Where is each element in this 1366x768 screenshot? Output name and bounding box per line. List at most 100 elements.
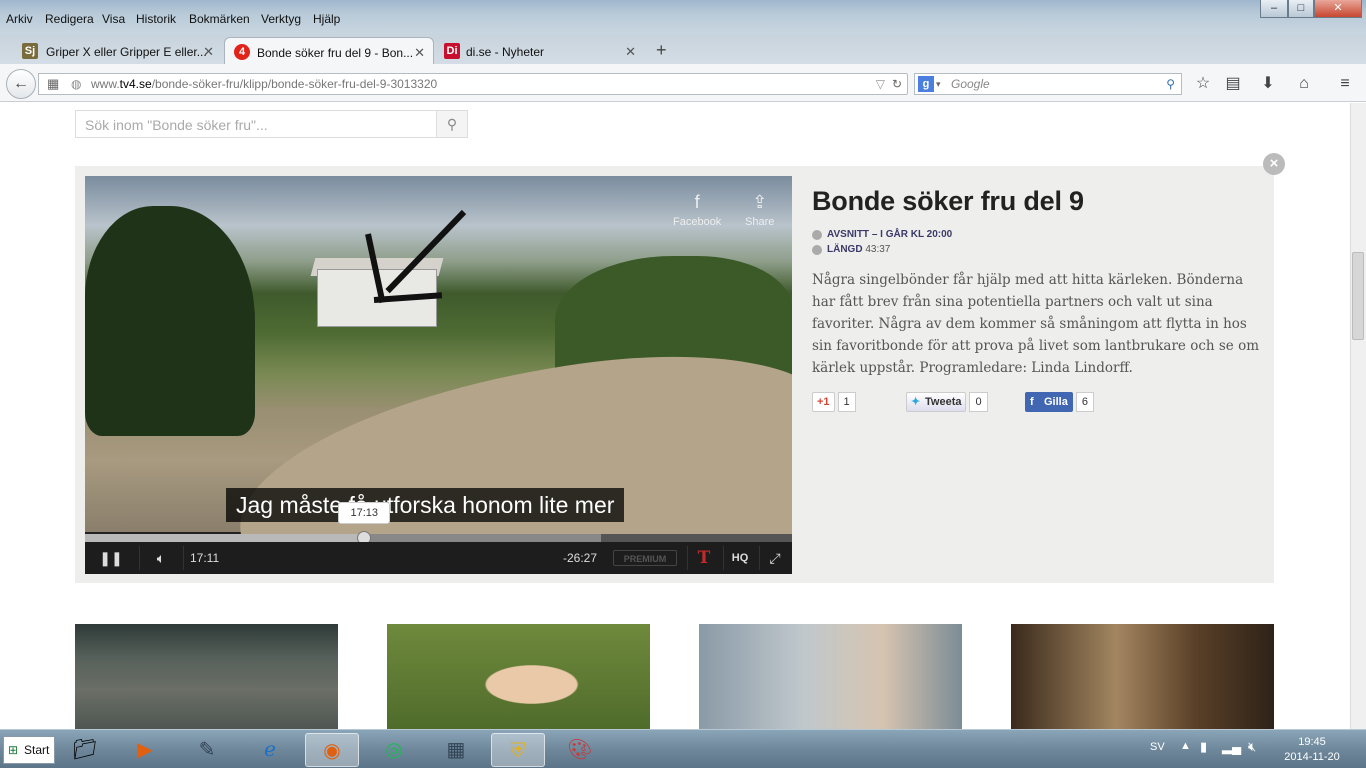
gplus-button[interactable]: +1 xyxy=(812,392,835,412)
share-icon: ⇪ xyxy=(752,192,768,212)
paint-taskbar-icon[interactable]: 🎨︎ xyxy=(553,733,607,767)
bookmark-star-icon[interactable]: ☆ xyxy=(1193,74,1213,94)
menu-historik[interactable]: Historik xyxy=(136,12,176,26)
facebook-like-count: 6 xyxy=(1075,392,1094,412)
close-tab-icon[interactable]: ✕ xyxy=(625,44,636,60)
language-indicator[interactable]: SV xyxy=(1150,741,1165,753)
page-scrollbar[interactable] xyxy=(1350,103,1366,729)
clock-date: 2014-11-20 xyxy=(1284,751,1340,763)
site-search-input[interactable]: Sök inom "Bonde söker fru"... xyxy=(75,110,437,138)
new-tab-button[interactable]: + xyxy=(648,37,678,64)
explorer-taskbar-icon[interactable]: 📁︎ xyxy=(58,733,112,767)
volume-button[interactable]: 🔈︎ xyxy=(145,542,177,574)
tweet-button[interactable]: ✦ Tweeta xyxy=(906,392,967,412)
tab-griper[interactable]: Sj Griper X eller Gripper E eller... ✕ xyxy=(14,37,222,64)
show-hidden-icons-icon[interactable]: ▲ xyxy=(1180,740,1191,752)
close-window-button[interactable]: ✕ xyxy=(1314,0,1362,18)
bookmarks-menu-icon[interactable]: ▤ xyxy=(1223,74,1243,94)
search-icon[interactable]: ⚲ xyxy=(1166,74,1175,94)
windows-taskbar: ⊞ Start 📁︎ ▶ ✎ ℯ ◉ ◎ ▦ ⛨ 🎨︎ SV ▲ ▮ ▂▄ 🔇︎… xyxy=(0,729,1366,768)
current-time: 17:11 xyxy=(190,551,220,565)
scrollbar-thumb[interactable] xyxy=(1352,252,1364,340)
episode-airtime: AVSNITT – I GÅR KL 20:00 xyxy=(812,229,1262,240)
windows-logo-icon: ⊞ xyxy=(8,743,19,757)
google-icon[interactable]: g xyxy=(918,76,934,92)
site-info-icon[interactable]: ▦ xyxy=(47,74,59,94)
length-label: LÄNGD xyxy=(827,244,863,255)
engine-dropdown-icon[interactable]: ▾ xyxy=(936,74,941,94)
length-value: 43:37 xyxy=(865,244,891,255)
paint-tool-taskbar-icon[interactable]: ✎ xyxy=(180,733,234,767)
related-clip-thumbnail[interactable] xyxy=(75,624,338,729)
tv4-text-icon[interactable]: T xyxy=(691,542,717,574)
related-clip-thumbnail[interactable] xyxy=(1011,624,1274,729)
episode-label: AVSNITT xyxy=(827,229,870,240)
security-shield-taskbar-icon[interactable]: ⛨ xyxy=(491,733,545,767)
menu-visa[interactable]: Visa xyxy=(102,12,125,26)
menu-bokmarken[interactable]: Bokmärken xyxy=(189,12,250,26)
seek-time-tooltip: 17:13 xyxy=(338,502,391,524)
divider xyxy=(723,546,724,570)
tab-di-nyheter[interactable]: Di di.se - Nyheter ✕ xyxy=(436,37,644,64)
home-icon[interactable]: ⌂ xyxy=(1294,74,1314,94)
menu-verktyg[interactable]: Verktyg xyxy=(261,12,301,26)
gplus-count: 1 xyxy=(837,392,856,412)
system-clock[interactable]: 19:45 2014-11-20 xyxy=(1272,735,1352,765)
pause-button[interactable]: ❚❚ xyxy=(95,542,127,574)
maximize-button[interactable]: □ xyxy=(1288,0,1314,18)
firefox-taskbar-icon[interactable]: ◉ xyxy=(305,733,359,767)
divider xyxy=(687,546,688,570)
related-clip-thumbnail[interactable] xyxy=(699,624,962,729)
video-player[interactable]: f Facebook ⇪ Share Jag måste få utforska… xyxy=(85,176,792,574)
tab-bonde-soker-fru[interactable]: 4 Bonde söker fru del 9 - Bon... ✕ xyxy=(224,37,434,64)
twitter-icon: ✦ xyxy=(911,396,921,408)
media-player-taskbar-icon[interactable]: ▶ xyxy=(118,733,172,767)
minimize-button[interactable]: – xyxy=(1260,0,1288,18)
video-frame[interactable]: f Facebook ⇪ Share Jag måste få utforska… xyxy=(85,176,792,574)
episode-description: Några singelbönder får hjälp med att hit… xyxy=(812,272,1260,376)
share-label: Share xyxy=(745,216,775,228)
search-bar[interactable]: g ▾ Google ⚲ xyxy=(914,73,1182,95)
video-subtitle: Jag måste få utforska honom lite mer xyxy=(226,488,625,522)
tab-title: Bonde söker fru del 9 - Bon... xyxy=(257,46,414,60)
facebook-share-button[interactable]: f Facebook xyxy=(673,192,721,228)
site-search-button[interactable]: ⚲ xyxy=(436,110,468,138)
related-clip-thumbnail[interactable] xyxy=(387,624,650,729)
hamburger-menu-icon[interactable]: ≡ xyxy=(1335,74,1355,94)
power-icon[interactable]: ▮ xyxy=(1200,739,1207,755)
gplus-widget[interactable]: +1 1 xyxy=(812,392,856,412)
internet-explorer-taskbar-icon[interactable]: ℯ xyxy=(243,733,297,767)
start-label: Start xyxy=(24,743,50,757)
tab-title: Griper X eller Gripper E eller... xyxy=(46,45,207,59)
close-panel-icon[interactable]: × xyxy=(1263,153,1285,175)
share-button[interactable]: ⇪ Share xyxy=(745,192,774,228)
calculator-taskbar-icon[interactable]: ▦ xyxy=(429,733,483,767)
close-tab-icon[interactable]: ✕ xyxy=(203,44,214,60)
clock-icon xyxy=(812,245,822,255)
premium-badge[interactable]: PREMIUM xyxy=(613,550,677,566)
back-button[interactable]: ← xyxy=(6,69,36,99)
network-icon[interactable]: ▂▄ xyxy=(1222,739,1241,755)
remaining-time: -26:27 xyxy=(562,551,597,565)
facebook-like-button[interactable]: f Gilla xyxy=(1025,392,1073,412)
menu-arkiv[interactable]: Arkiv xyxy=(6,12,33,26)
progress-played xyxy=(85,534,365,542)
reload-icon[interactable]: ↻ xyxy=(892,74,902,94)
facebook-like-widget[interactable]: f Gilla 6 xyxy=(1025,392,1094,412)
menu-hjalp[interactable]: Hjälp xyxy=(313,12,340,26)
facebook-icon: f xyxy=(694,192,700,212)
hq-button[interactable]: HQ xyxy=(727,542,753,574)
start-button[interactable]: ⊞ Start xyxy=(3,736,55,764)
spotify-taskbar-icon[interactable]: ◎ xyxy=(367,733,421,767)
download-icon[interactable]: ⬇ xyxy=(1258,74,1278,94)
fullscreen-icon: ⤢ xyxy=(769,550,781,566)
volume-muted-icon[interactable]: 🔇︎ xyxy=(1248,739,1256,755)
dropdown-arrow-icon[interactable]: ▽ xyxy=(876,74,885,94)
menu-redigera[interactable]: Redigera xyxy=(45,12,94,26)
close-tab-icon[interactable]: ✕ xyxy=(414,45,425,61)
tweet-widget[interactable]: ✦ Tweeta 0 xyxy=(906,392,988,412)
facebook-like-label: Gilla xyxy=(1044,396,1068,408)
search-icon: ⚲ xyxy=(446,116,458,132)
url-bar[interactable]: ▦ ◍ www.tv4.se/bonde-söker-fru/klipp/bon… xyxy=(38,73,908,95)
fullscreen-button[interactable]: ⤢ xyxy=(762,542,788,574)
